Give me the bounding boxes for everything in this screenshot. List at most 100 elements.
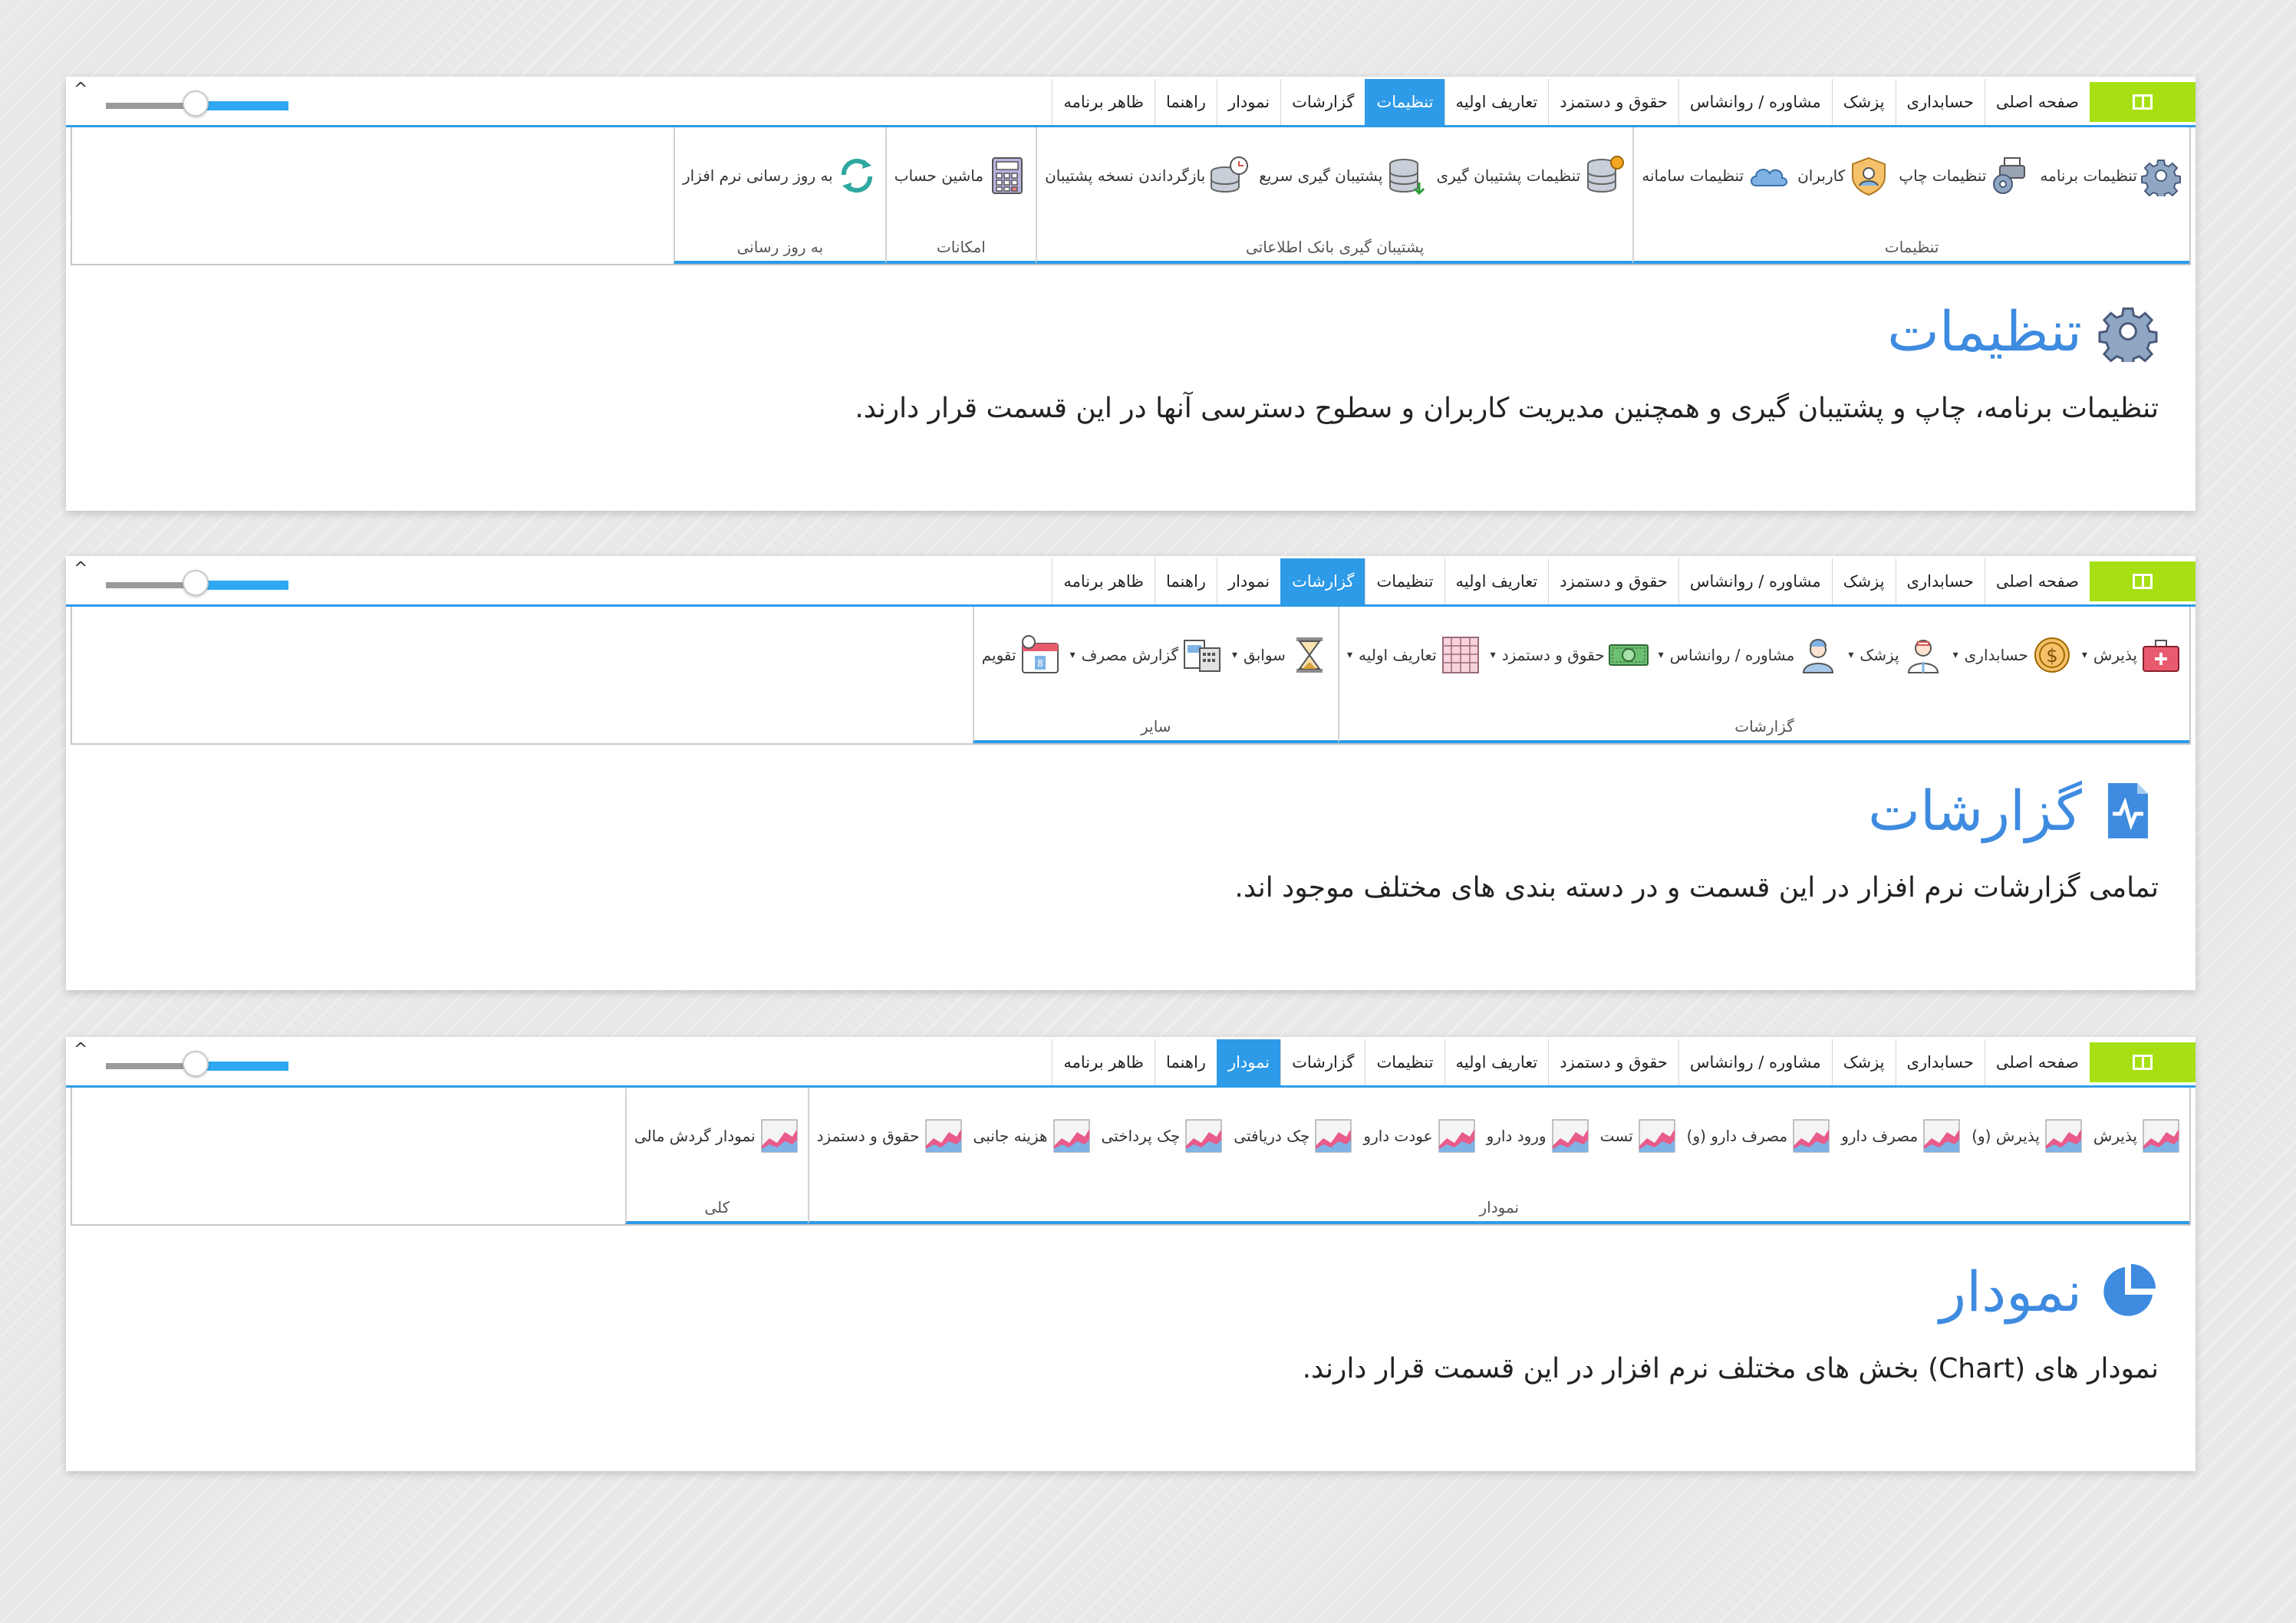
dropdown-arrow-icon[interactable]: ▾ <box>1491 649 1496 661</box>
tab-10[interactable]: ظاهر برنامه <box>1052 1039 1155 1085</box>
ribbon-button[interactable]: پذیرش ▾ <box>2079 634 2185 676</box>
tab-7[interactable]: گزارشات <box>1280 558 1365 604</box>
ribbon-button[interactable]: کاربران <box>1794 155 1892 196</box>
ribbon-button[interactable]: حقوق و دستمزد ▾ <box>1487 634 1652 676</box>
tab-2[interactable]: پزشک <box>1831 79 1896 125</box>
ribbon-button-label: پزشک <box>1860 645 1899 664</box>
ribbon-button[interactable]: چک دریافتی <box>1230 1115 1357 1157</box>
reports-panel: ^ صفحه اصلی حسابداری پزشک مشاوره / روانشاس حق… <box>66 556 2196 990</box>
tab-bar: صفحه اصلی حسابداری پزشک مشاوره / روانشاس حقو… <box>66 556 2196 604</box>
ribbon-group-items: سوابق ▾ گزارش مصرف ▾ 8 تقویم <box>974 607 1338 703</box>
dropdown-arrow-icon[interactable]: ▾ <box>1659 649 1664 661</box>
ribbon-button[interactable]: ورود دارو <box>1484 1115 1594 1157</box>
tab-8[interactable]: نمودار <box>1216 79 1280 125</box>
ribbon-button[interactable]: تست <box>1597 1115 1681 1157</box>
ribbon-button[interactable]: گزارش مصرف ▾ <box>1067 634 1226 676</box>
tab-2[interactable]: پزشک <box>1831 558 1896 604</box>
calculator-icon <box>987 155 1028 196</box>
ribbon-group-items: تنظیمات پشتیبان گیری پشتیبان گیری سریع باز… <box>1037 127 1632 223</box>
ribbon-button-label: به روز رسانی نرم افزار <box>682 166 833 185</box>
ribbon-button[interactable]: تعاریف اولیه ▾ <box>1344 634 1484 676</box>
tab-1[interactable]: حسابداری <box>1895 79 1985 125</box>
ribbon-button-label: پذیرش <box>2093 645 2137 664</box>
ribbon-button[interactable]: پزشک ▾ <box>1845 634 1946 676</box>
area-chart-icon <box>1183 1115 1224 1157</box>
ribbon-button[interactable]: $ حسابداری ▾ <box>1950 634 2076 676</box>
dropdown-arrow-icon[interactable]: ▾ <box>1232 649 1237 661</box>
dropdown-arrow-icon[interactable]: ▾ <box>1848 649 1853 661</box>
ribbon-button-label: تنظیمات چاپ <box>1899 166 1987 185</box>
ribbon-button[interactable]: پذیرش (و) <box>1968 1115 2087 1157</box>
tab-6[interactable]: تنظیمات <box>1365 79 1444 125</box>
ribbon-button-label: ورود دارو <box>1486 1126 1547 1145</box>
tab-6[interactable]: تنظیمات <box>1365 1039 1444 1085</box>
tab-3[interactable]: مشاوره / روانشاس <box>1678 558 1832 604</box>
tab-5[interactable]: تعاریف اولیه <box>1444 558 1549 604</box>
tab-6[interactable]: تنظیمات <box>1365 558 1444 604</box>
ribbon-group-label: امکانات <box>936 238 986 256</box>
ribbon-group: تنظیمات پشتیبان گیری پشتیبان گیری سریع باز… <box>1036 127 1633 264</box>
ribbon-button[interactable]: چک پرداختی <box>1099 1115 1228 1157</box>
ribbon-button[interactable]: تنظیمات چاپ <box>1896 155 2034 196</box>
tab-8[interactable]: نمودار <box>1216 558 1280 604</box>
ribbon-button[interactable]: هزینه جانبی <box>970 1115 1095 1157</box>
tab-3[interactable]: مشاوره / روانشاس <box>1678 79 1832 125</box>
tab-5[interactable]: تعاریف اولیه <box>1444 79 1549 125</box>
ribbon-button[interactable]: بازگرداندن نسخه پشتیبان <box>1042 155 1253 196</box>
tab-1[interactable]: حسابداری <box>1895 558 1985 604</box>
section-heading: نمودار <box>1939 1259 2159 1324</box>
tab-7[interactable]: گزارشات <box>1280 1039 1365 1085</box>
tab-4[interactable]: حقوق و دستمزد <box>1548 79 1678 125</box>
ribbon-button[interactable]: مصرف دارو <box>1838 1115 1965 1157</box>
ribbon-button[interactable]: سوابق ▾ <box>1229 634 1333 676</box>
gear-icon <box>2140 155 2182 196</box>
area-chart-icon <box>1636 1115 1678 1157</box>
ribbon-button[interactable]: عودت دارو <box>1360 1115 1480 1157</box>
tab-7[interactable]: گزارشات <box>1280 79 1365 125</box>
tab-9[interactable]: راهنما <box>1155 1039 1217 1085</box>
tab-2[interactable]: پزشک <box>1831 1039 1896 1085</box>
ribbon-button-label: تنظیمات پشتیبان گیری <box>1436 166 1581 185</box>
dropdown-arrow-icon[interactable]: ▾ <box>1070 649 1076 661</box>
ribbon-button[interactable]: تنظیمات برنامه <box>2037 155 2185 196</box>
ribbon-button[interactable]: مصرف دارو (و) <box>1684 1115 1836 1157</box>
settings-panel: ^ صفحه اصلی حسابداری پزشک مشاوره / روانشاس حق… <box>66 77 2196 511</box>
ribbon-button[interactable]: پذیرش <box>2090 1115 2185 1157</box>
tab-4[interactable]: حقوق و دستمزد <box>1548 1039 1678 1085</box>
section-heading: گزارشات <box>1868 779 2159 843</box>
ribbon-button[interactable]: مشاوره / روانشاس ▾ <box>1655 634 1843 676</box>
area-chart-icon <box>923 1115 964 1157</box>
tab-9[interactable]: راهنما <box>1155 558 1217 604</box>
ribbon-button[interactable]: تنظیمات سامانه <box>1639 155 1791 196</box>
tab-3[interactable]: مشاوره / روانشاس <box>1678 1039 1832 1085</box>
dropdown-arrow-icon[interactable]: ▾ <box>2082 649 2087 661</box>
tab-0[interactable]: صفحه اصلی <box>1984 79 2090 125</box>
tab-5[interactable]: تعاریف اولیه <box>1444 1039 1549 1085</box>
tab-10[interactable]: ظاهر برنامه <box>1052 79 1155 125</box>
app-menu-button[interactable] <box>2090 561 2196 601</box>
ribbon-button[interactable]: به روز رسانی نرم افزار <box>680 155 881 196</box>
tab-1[interactable]: حسابداری <box>1895 1039 1985 1085</box>
refresh-icon <box>836 155 878 196</box>
tab-0[interactable]: صفحه اصلی <box>1984 558 2090 604</box>
app-menu-button[interactable] <box>2090 1042 2196 1082</box>
ribbon-button[interactable]: تنظیمات پشتیبان گیری <box>1433 155 1628 196</box>
tab-4[interactable]: حقوق و دستمزد <box>1548 558 1678 604</box>
ribbon-button[interactable]: پشتیبان گیری سریع <box>1256 155 1430 196</box>
ribbon-group: پذیرش ▾ $ حسابداری ▾ پزشک ▾ مشاوره / روانشاس ▾ حق… <box>1337 607 2189 743</box>
tab-8[interactable]: نمودار <box>1216 1039 1281 1085</box>
tab-9[interactable]: راهنما <box>1155 79 1217 125</box>
dropdown-arrow-icon[interactable]: ▾ <box>1347 649 1352 661</box>
dropdown-arrow-icon[interactable]: ▾ <box>1953 649 1958 661</box>
tab-10[interactable]: ظاهر برنامه <box>1052 558 1155 604</box>
ribbon-button-label: تعاریف اولیه <box>1358 645 1437 664</box>
ribbon-button-label: سوابق <box>1244 645 1286 664</box>
ribbon-button[interactable]: ماشین حساب <box>891 155 1031 196</box>
ribbon-button[interactable]: حقوق و دستمزد <box>814 1115 967 1157</box>
ribbon-button[interactable]: نمودار گردش مالی <box>631 1115 803 1157</box>
ribbon-button-label: پذیرش (و) <box>1972 1126 2040 1145</box>
ribbon-button[interactable]: 8 تقویم <box>979 634 1064 676</box>
tab-0[interactable]: صفحه اصلی <box>1984 1039 2090 1085</box>
ribbon-button-label: پذیرش <box>2093 1126 2137 1145</box>
app-menu-button[interactable] <box>2090 82 2196 122</box>
